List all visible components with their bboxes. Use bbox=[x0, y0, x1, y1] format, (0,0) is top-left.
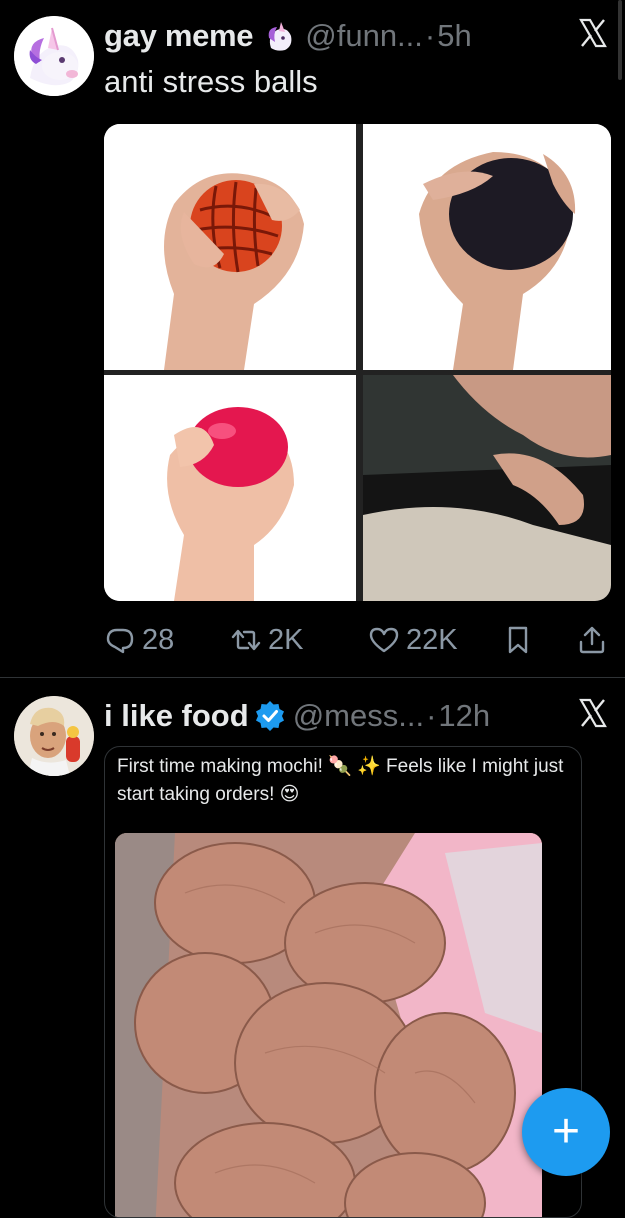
reply-button[interactable]: 28 bbox=[104, 618, 174, 662]
unicorn-avatar-icon bbox=[14, 16, 94, 96]
avatar[interactable] bbox=[14, 696, 94, 776]
x-logo-icon[interactable] bbox=[579, 18, 607, 48]
share-icon bbox=[579, 626, 605, 654]
timestamp[interactable]: 12h bbox=[438, 698, 490, 734]
tweet-header: gay meme @funn... · 5h bbox=[104, 14, 472, 58]
separator-dot: · bbox=[424, 18, 436, 53]
verified-badge-icon bbox=[255, 701, 284, 731]
media-image-photo[interactable] bbox=[363, 375, 611, 601]
retweet-count: 2K bbox=[268, 623, 304, 656]
tweet-text: anti stress balls bbox=[104, 64, 318, 99]
reply-count: 28 bbox=[142, 623, 175, 656]
heart-icon bbox=[369, 627, 399, 653]
bookmark-button[interactable] bbox=[502, 618, 540, 662]
chef-avatar-icon bbox=[14, 696, 94, 776]
plus-icon: + bbox=[551, 1105, 581, 1158]
x-logo-icon[interactable] bbox=[579, 698, 607, 728]
tweet-actions: 28 2K 22K bbox=[104, 618, 614, 662]
handle[interactable]: @funn... bbox=[305, 18, 423, 54]
media-image-red-ball[interactable] bbox=[104, 124, 356, 370]
compose-button[interactable]: + bbox=[522, 1088, 610, 1176]
bookmark-icon bbox=[508, 626, 528, 654]
retweet-icon bbox=[231, 629, 261, 651]
tweet[interactable]: gay meme @funn... · 5h anti stress balls bbox=[0, 0, 625, 678]
share-button[interactable] bbox=[576, 618, 614, 662]
tweet-header: i like food @mess... · 12h bbox=[104, 694, 490, 738]
separator-dot: · bbox=[426, 698, 437, 733]
timestamp[interactable]: 5h bbox=[437, 18, 471, 54]
media-image-mochi[interactable] bbox=[115, 833, 542, 1217]
like-button[interactable]: 22K bbox=[368, 618, 458, 662]
media-image-black-ball[interactable] bbox=[363, 124, 611, 370]
display-name[interactable]: i like food bbox=[104, 698, 249, 734]
media-grid[interactable] bbox=[104, 124, 611, 601]
media-image-pink-ball[interactable] bbox=[104, 375, 356, 601]
display-name[interactable]: gay meme bbox=[104, 18, 254, 54]
like-count: 22K bbox=[406, 623, 458, 656]
avatar[interactable] bbox=[14, 16, 94, 96]
tweet-divider bbox=[0, 677, 625, 678]
handle[interactable]: @mess... bbox=[293, 698, 424, 734]
quoted-post[interactable]: First time making mochi! 🍡 ✨ Feels like … bbox=[104, 746, 582, 1218]
unicorn-emoji-icon bbox=[261, 18, 297, 54]
reply-icon bbox=[106, 628, 134, 654]
quote-text: First time making mochi! 🍡 ✨ Feels like … bbox=[117, 756, 564, 805]
retweet-button[interactable]: 2K bbox=[230, 618, 303, 662]
